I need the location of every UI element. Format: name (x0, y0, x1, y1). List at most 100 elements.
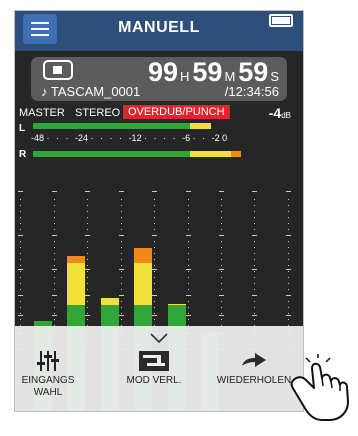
meter-dot (188, 313, 189, 314)
meter-dot (154, 259, 155, 260)
meter-green-segment (33, 123, 191, 129)
seconds-value: 59 (238, 57, 269, 87)
meter-dot (54, 217, 55, 218)
meter-dot (188, 235, 189, 236)
channel-meter-yellow (67, 263, 85, 305)
meter-dot (254, 301, 255, 302)
meter-dot (121, 301, 122, 302)
meter-dot (87, 205, 88, 206)
channel-meter-orange (67, 256, 85, 263)
meter-dot (288, 229, 289, 230)
meter-dot (20, 205, 21, 206)
meter-dot (221, 307, 222, 308)
channel-meter-yellow (101, 298, 119, 305)
meter-tick (52, 315, 57, 316)
meter-dot (87, 235, 88, 236)
meter-dot (20, 283, 21, 284)
meter-dot (121, 205, 122, 206)
meter-dot (87, 211, 88, 212)
meter-dot (20, 277, 21, 278)
meter-tick (152, 315, 157, 316)
chevron-down-icon[interactable] (149, 332, 169, 344)
meter-dot (288, 259, 289, 260)
repeat-label: WIEDERHOLEN (216, 375, 292, 386)
meter-dot (121, 295, 122, 296)
meter-dot (188, 319, 189, 320)
meter-tick (186, 315, 191, 316)
meter-dot (254, 217, 255, 218)
meter-dot (20, 289, 21, 290)
minutes-value: 59 (192, 57, 223, 87)
meter-dot (154, 271, 155, 272)
meter-tick (286, 315, 291, 316)
overdub-punch-badge[interactable]: OVERDUB/PUNCH (123, 105, 230, 119)
meter-dot (87, 301, 88, 302)
meter-dot (121, 307, 122, 308)
meter-dot (221, 235, 222, 236)
meter-dot (54, 235, 55, 236)
meter-dot (254, 199, 255, 200)
meter-tick (252, 315, 257, 316)
meter-dot (221, 229, 222, 230)
meter-dot (221, 253, 222, 254)
meter-dot (121, 283, 122, 284)
meter-dot (20, 295, 21, 296)
hours-value: 99 (147, 57, 178, 87)
meter-dot (221, 223, 222, 224)
meter-dot (20, 271, 21, 272)
meter-dot (20, 199, 21, 200)
input-select-button[interactable]: EINGANGS WAHL (17, 350, 79, 406)
master-label: MASTER (19, 107, 65, 119)
meter-dot (254, 223, 255, 224)
meter-dot (154, 199, 155, 200)
meter-dot (121, 271, 122, 272)
meter-dot (87, 265, 88, 266)
meter-dot (188, 199, 189, 200)
total-time: /12:34:56 (224, 84, 279, 99)
meter-tick (85, 315, 90, 316)
meter-dot (221, 241, 222, 242)
meter-dot (154, 295, 155, 296)
meter-dot (288, 277, 289, 278)
meter-dot (54, 241, 55, 242)
meter-dot (54, 259, 55, 260)
stereo-level-meter: L -48 · · · -24 · · · · -12 · · · · -6 ·… (15, 123, 303, 169)
meter-dot (254, 313, 255, 314)
meter-dot (20, 241, 21, 242)
meter-tick (252, 269, 257, 270)
meter-dot (288, 217, 289, 218)
meter-dot (121, 319, 122, 320)
meter-dot (188, 289, 189, 290)
meter-dot (154, 265, 155, 266)
meter-dot (87, 283, 88, 284)
repeat-button[interactable]: WIEDERHOLEN (209, 350, 299, 406)
meter-dot (121, 247, 122, 248)
meter-dot (87, 271, 88, 272)
meter-dot (121, 277, 122, 278)
recorder-screen: MANUELL 99 H 59 M 59 S ♪ TASCAM_0001 /12:34:5… (14, 10, 304, 412)
meter-dot (254, 253, 255, 254)
meter-tick (219, 315, 224, 316)
mode-change-button[interactable]: MOD VERL. (121, 350, 187, 406)
meter-dot (188, 283, 189, 284)
meter-dot (288, 253, 289, 254)
master-level-value: -4 (268, 105, 282, 121)
file-name: TASCAM_0001 (50, 84, 141, 99)
meter-dot (154, 307, 155, 308)
meter-tick (119, 269, 124, 270)
meter-dot (87, 313, 88, 314)
left-channel-label: L (19, 123, 26, 134)
meter-dot (54, 295, 55, 296)
meter-tick (219, 269, 224, 270)
meter-dot (20, 313, 21, 314)
input-select-label-line1: EINGANGS (21, 375, 75, 386)
meter-dot (254, 259, 255, 260)
meter-dot (288, 247, 289, 248)
meter-orange-segment (231, 151, 242, 157)
meter-dot (20, 211, 21, 212)
meter-dot (154, 217, 155, 218)
meter-dot (288, 289, 289, 290)
meter-dot (87, 223, 88, 224)
meter-dot (54, 247, 55, 248)
meter-dot (188, 307, 189, 308)
